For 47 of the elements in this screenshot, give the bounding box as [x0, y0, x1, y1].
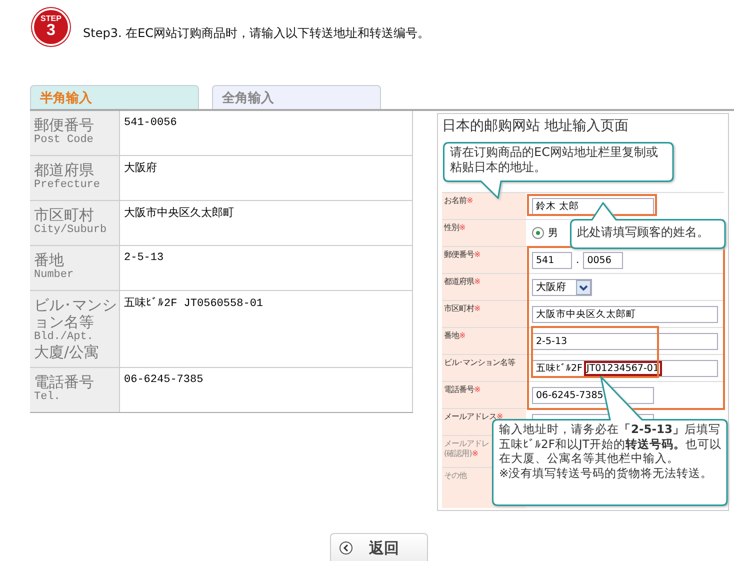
field-value: 2-5-13 [124, 252, 164, 264]
form-label: メールアドレス※ [444, 412, 503, 421]
radio-label: 男 [548, 227, 558, 240]
example-title: 日本的邮购网站 地址输入页面 [441, 117, 630, 136]
field-label-english: Bld./Apt. [34, 331, 94, 344]
form-label: ビル･マンション名等 [444, 358, 515, 367]
radio-button[interactable] [532, 227, 544, 239]
field-value: 大阪府 [124, 163, 157, 175]
form-label: 番地※ [444, 331, 466, 340]
text-field[interactable]: 五味ﾋﾞﾙ2F JT01234567-01 [532, 360, 718, 376]
field-label: 電話番号 [34, 374, 95, 391]
field-label-chinese: 大廈/公寓 [34, 344, 100, 361]
form-label: メールアドレ (確認用)※ [444, 439, 489, 458]
field-value: 06-6245-7385 [124, 374, 204, 386]
form-label: 郵便番号※ [444, 250, 480, 259]
back-button[interactable]: 返回 [330, 533, 428, 561]
field-value: 五味ﾋﾞﾙ2F JT0560558-01 [124, 298, 264, 310]
step-instruction: Step3. 在EC网站订购商品时，请输入以下转送地址和转送编号。 [83, 25, 430, 42]
field-label-english: Number [34, 269, 75, 282]
text-field[interactable]: 2-5-13 [532, 332, 718, 350]
text-field[interactable]: 0056 [583, 252, 624, 268]
tracking-number: JT01234567-01 [584, 360, 662, 376]
separator: . [576, 254, 580, 266]
select-field[interactable]: 大阪府 [532, 278, 592, 296]
text-field[interactable]: 鈴木 太郎 [532, 198, 654, 214]
form-label: その他 [444, 471, 466, 480]
form-label: 性別※ [444, 223, 466, 232]
field-label: ビル･マンション名等 [34, 297, 118, 331]
field-label-english: City/Suburb [34, 224, 108, 237]
form-label: お名前※ [444, 196, 473, 205]
form-label: 電話番号※ [444, 385, 480, 394]
form-label: 都道府県※ [444, 277, 480, 286]
field-value: 541-0056 [124, 117, 177, 129]
step-badge: STEP 3 [32, 8, 70, 46]
text-field[interactable]: 大阪市中央区久太郎町 [532, 306, 718, 322]
chevron-left-icon [339, 541, 353, 555]
form-label: 市区町村※ [444, 304, 480, 313]
field-label-english: Post Code [34, 134, 94, 147]
field-value: 大阪市中央区久太郎町 [124, 208, 234, 220]
field-label: 番地 [34, 252, 65, 269]
field-label: 郵便番号 [34, 117, 95, 134]
field-label-english: Tel. [34, 391, 62, 404]
field-label-english: Prefecture [34, 179, 102, 192]
field-label: 都道府県 [34, 162, 95, 179]
chevron-down-icon [576, 280, 591, 294]
text-field[interactable]: 541 [532, 252, 572, 268]
field-label: 市区町村 [34, 207, 95, 224]
